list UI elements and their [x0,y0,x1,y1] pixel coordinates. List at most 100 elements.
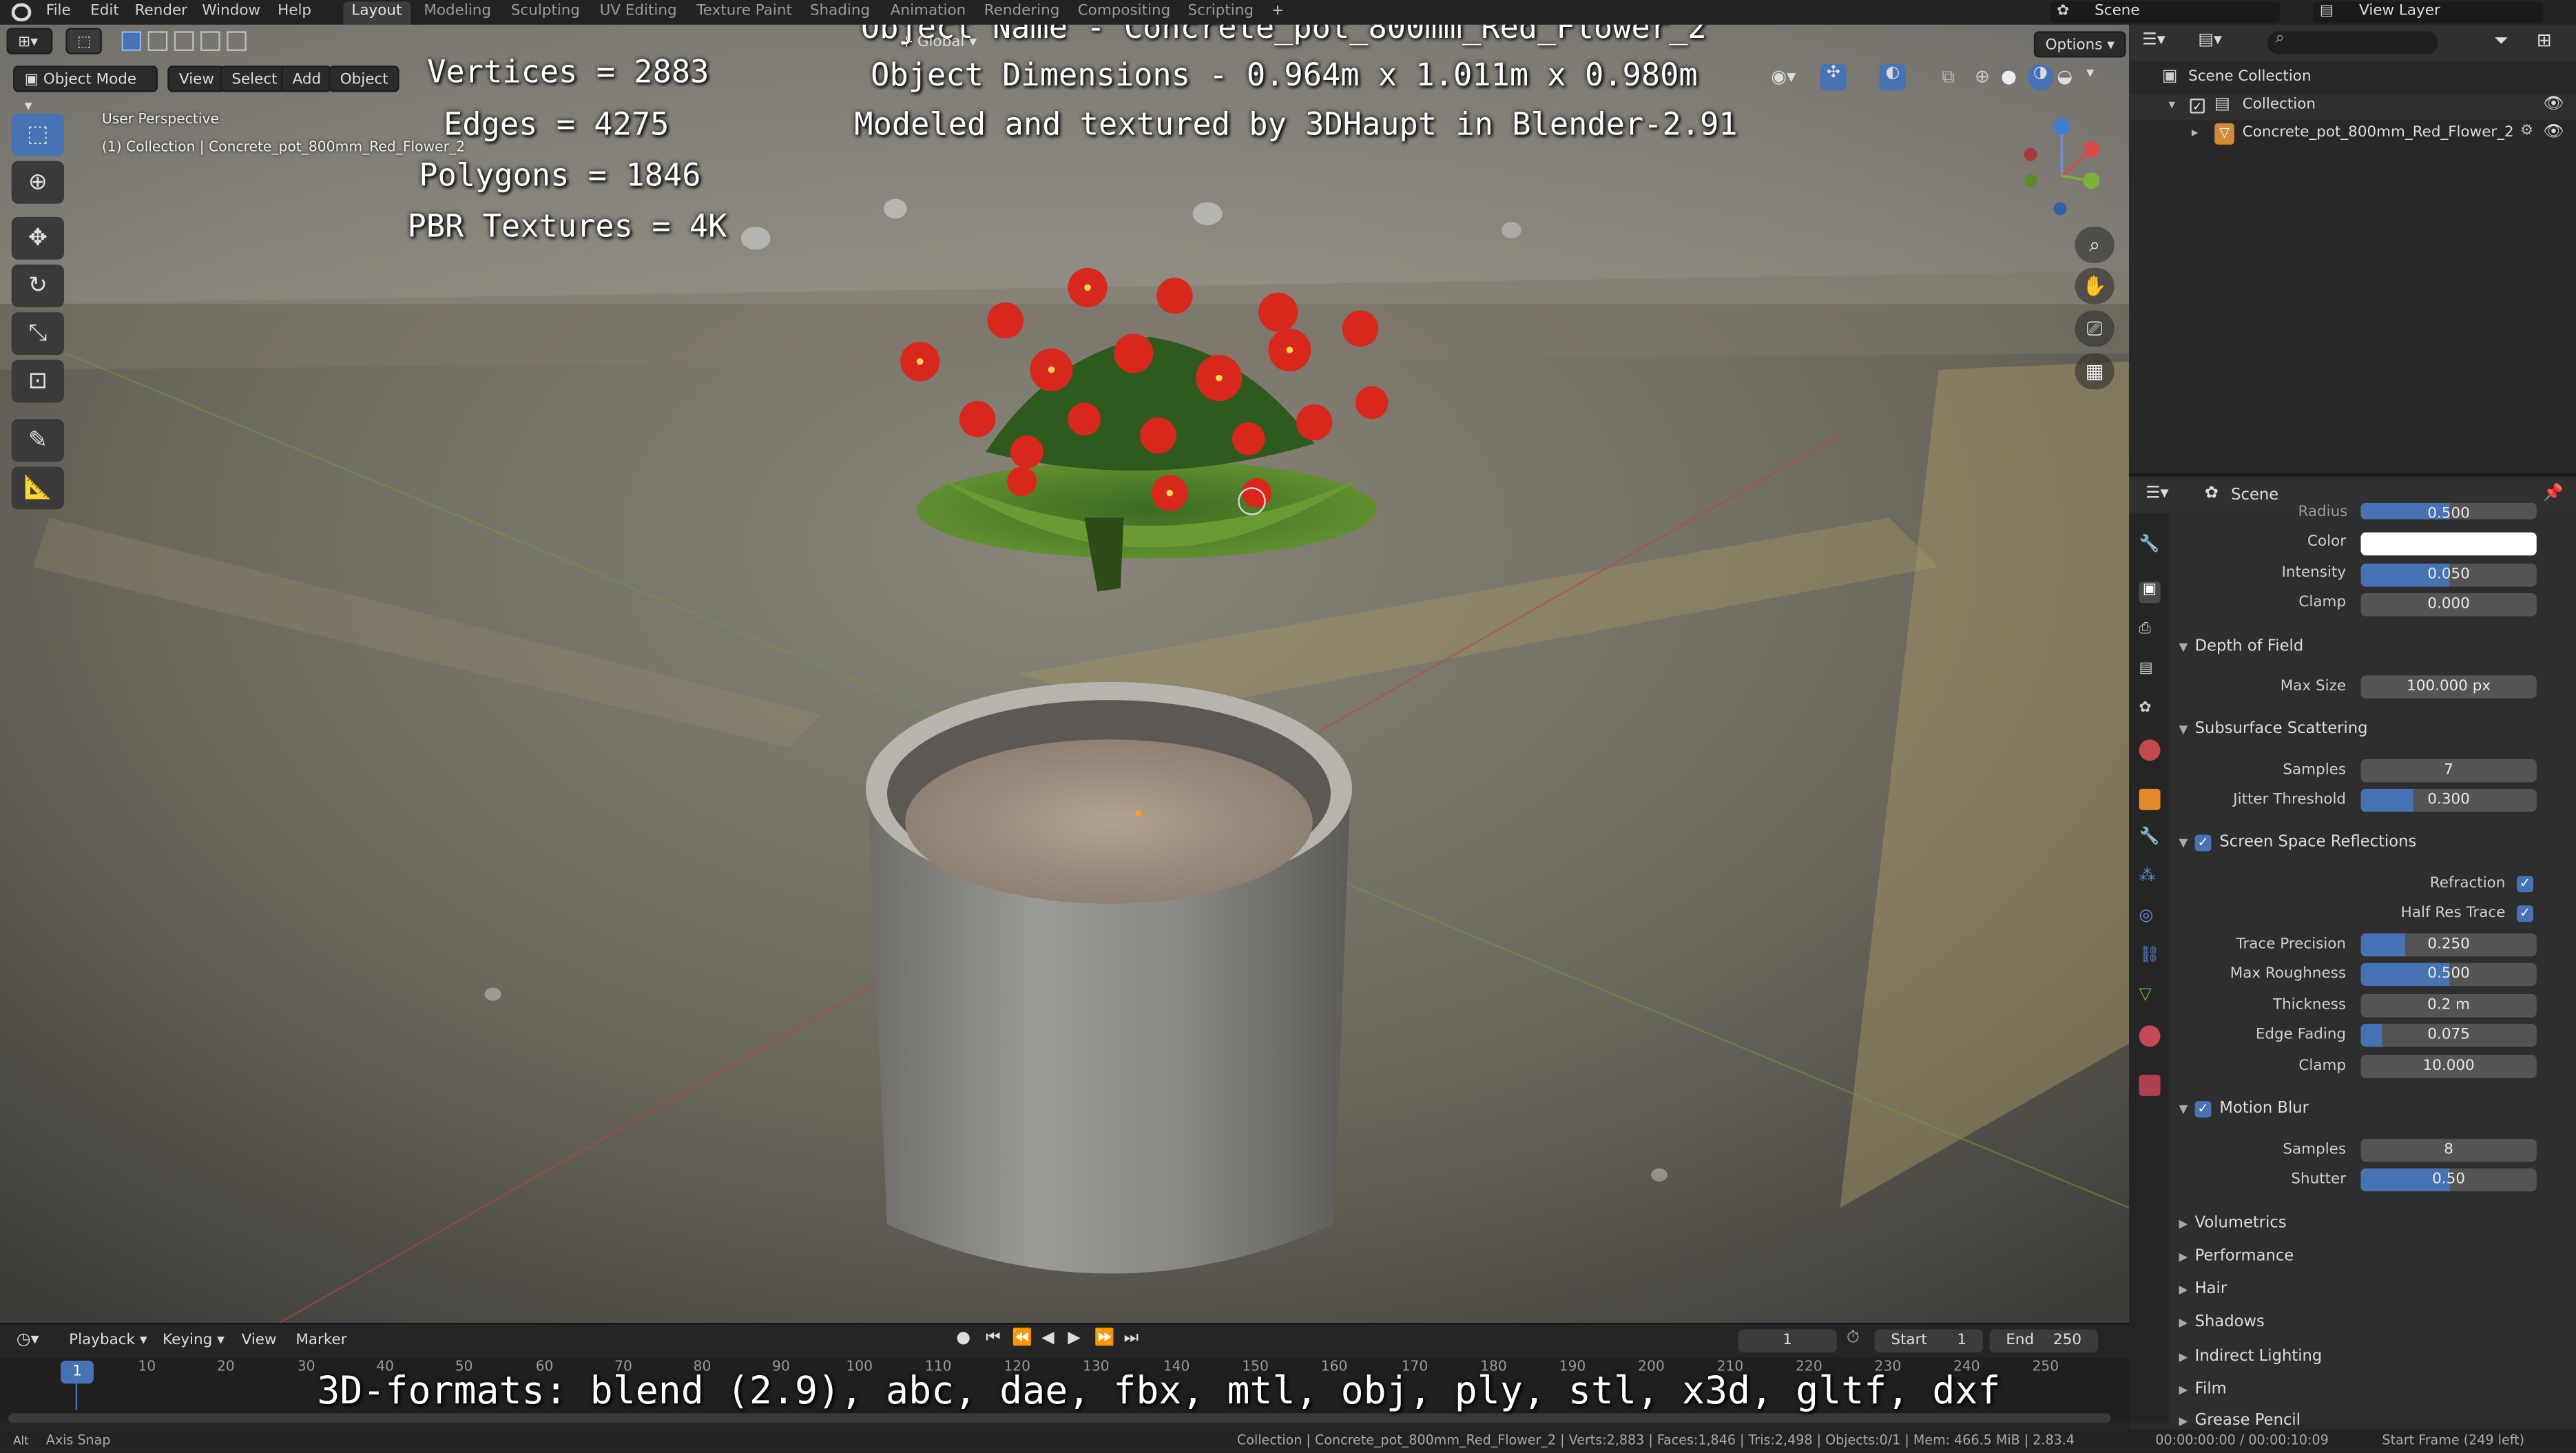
particles-tab-icon[interactable]: ⁂ [2139,867,2161,889]
pan-hand-icon[interactable]: ✋ [2075,267,2115,305]
max-roughness-field[interactable]: 0.500 [2360,962,2537,987]
menu-edit[interactable]: Edit [90,0,119,25]
tab-modeling[interactable]: Modeling [415,1,499,24]
gizmo-toggle-icon[interactable]: ✣ [1820,64,1847,91]
menu-object[interactable]: Object [329,65,400,92]
tool-scale[interactable]: ⤡ [11,312,65,355]
object-visibility-eye-icon[interactable]: 👁 [2543,123,2564,141]
rendered-shading-icon[interactable]: ◒ [2057,65,2073,87]
ssr-checkbox[interactable]: ✓ [2194,834,2212,851]
jitter-threshold-field[interactable]: 0.300 [2360,788,2537,812]
collection-visibility-eye-icon[interactable]: 👁 [2543,95,2564,113]
tool-move[interactable]: ✥ [11,216,65,260]
menu-keying[interactable]: Keying ▾ [163,1332,225,1349]
trace-precision-field[interactable]: 0.250 [2360,933,2537,957]
shutter-field[interactable]: 0.50 [2360,1168,2537,1192]
prev-keyframe-icon[interactable]: ⏪ [1012,1330,1032,1348]
jump-end-icon[interactable]: ⏭ [1123,1330,1138,1348]
end-frame-field[interactable]: End 250 [1989,1329,2098,1353]
section-indirect-lighting[interactable]: ▶ Indirect Lighting [2172,1343,2573,1372]
filter-icon[interactable]: ⏷ [2494,30,2509,52]
menu-view[interactable]: View [167,65,226,92]
menu-help[interactable]: Help [278,0,311,25]
tab-compositing[interactable]: Compositing [1070,1,1178,24]
menu-render[interactable]: Render [135,0,187,25]
select-subtract-icon[interactable] [174,31,194,51]
overlay-toggle-icon[interactable]: ◐ [1879,64,1906,91]
tab-rendering[interactable]: Rendering [976,1,1068,24]
select-intersect-icon[interactable] [227,31,247,51]
modifier-tab-icon[interactable]: 🔧 [2139,828,2161,849]
tool-transform[interactable]: ⊡ [11,360,65,403]
tool-select-box[interactable]: ⬚ [11,113,65,156]
next-keyframe-icon[interactable]: ⏩ [1094,1330,1115,1348]
data-tab-icon[interactable]: ▽ [2139,986,2161,1007]
start-frame-field[interactable]: Start 1 [1874,1329,1983,1353]
select-extend-icon[interactable] [147,31,168,51]
view-layer-tab-icon[interactable]: ▤ [2139,661,2161,682]
menu-marker[interactable]: Marker [295,1332,346,1349]
editor-type-button[interactable]: ⊞▾ [6,28,53,54]
half-res-trace-checkbox[interactable]: ✓ [2517,905,2533,923]
outliner-row-collection[interactable]: ▾ ✓ ▤ Collection 👁 [2129,93,2576,121]
shading-options-icon[interactable]: ▾ [2086,65,2094,82]
object-mode-dropdown[interactable]: ▣ Object Mode ▾ [13,65,158,115]
tab-sculpting[interactable]: Sculpting [503,1,588,24]
ssr-clamp-field[interactable]: 10.000 [2360,1055,2537,1078]
add-workspace-button[interactable]: + [1271,0,1284,25]
properties-editor-icon[interactable]: ☰▾ [2146,485,2168,503]
sss-samples-field[interactable]: 7 [2360,759,2537,783]
render-tab-icon[interactable]: ▣ [2139,581,2161,604]
menu-file[interactable]: File [46,0,71,25]
thickness-field[interactable]: 0.2 m [2360,994,2537,1018]
object-tab-icon[interactable] [2139,788,2161,810]
xray-icon[interactable]: ⧉ [1942,65,1955,88]
solid-shading-icon[interactable]: ● [2001,65,2017,87]
menu-playback[interactable]: Playback ▾ [69,1332,147,1349]
record-icon[interactable]: ● [956,1330,970,1348]
zoom-icon[interactable]: ⌕ [2075,227,2115,263]
scene-selector[interactable]: ✿ Scene [2050,1,2281,23]
section-volumetrics[interactable]: ▶ Volumetrics [2172,1210,2573,1239]
menu-timeline-view[interactable]: View [242,1332,277,1349]
tool-rotate[interactable]: ↻ [11,265,65,308]
visibility-icon[interactable]: ◉▾ [1771,65,1796,87]
camera-view-icon[interactable]: ⎚ [2075,310,2115,347]
material-tab-icon[interactable] [2139,1025,2161,1047]
selection-mode-group[interactable] [118,31,247,51]
stopwatch-icon[interactable]: ⏱ [1847,1330,1860,1348]
tab-layout[interactable]: Layout [343,1,411,25]
tab-texture-paint[interactable]: Texture Paint [688,1,800,24]
motion-blur-checkbox[interactable]: ✓ [2194,1100,2212,1117]
outliner-editor-icon[interactable]: ☰▾ [2142,31,2165,49]
mb-samples-field[interactable]: 8 [2360,1138,2537,1162]
options-dropdown[interactable]: Options ▾ [2033,31,2126,58]
menu-window[interactable]: Window [202,0,260,25]
physics-tab-icon[interactable]: ◎ [2139,907,2161,929]
display-mode-icon[interactable]: ▤▾ [2198,31,2222,49]
navigation-gizmo[interactable] [2008,110,2116,229]
view-layer-selector[interactable]: ▤ View Layer [2313,1,2544,23]
section-motion-blur[interactable]: ▼ ✓ Motion Blur [2172,1095,2573,1124]
refraction-checkbox[interactable]: ✓ [2517,876,2533,893]
outliner-row-object[interactable]: ▸ ▽ Concrete_pot_800mm_Red_Flower_2 ⚙ 👁 [2129,122,2576,148]
tool-measure[interactable]: 📐 [11,466,65,510]
scene-tab-icon[interactable]: ✿ [2139,700,2161,721]
play-icon[interactable]: ▶ [1068,1330,1080,1348]
section-shadows[interactable]: ▶ Shadows [2172,1308,2573,1338]
pin-icon[interactable]: 📌 [2543,485,2564,503]
select-box-icon[interactable] [121,31,142,51]
tab-scripting[interactable]: Scripting [1180,1,1262,24]
orthographic-grid-icon[interactable]: ▦ [2075,353,2115,390]
max-size-field[interactable]: 100.000 px [2360,675,2537,699]
select-mode-button[interactable]: ⬚ [65,28,102,54]
expand-arrow-icon[interactable]: ▾ [2168,97,2175,112]
tab-uv-editing[interactable]: UV Editing [592,1,685,24]
menu-add[interactable]: Add [280,65,333,92]
play-reverse-icon[interactable]: ◀ [1041,1330,1054,1348]
section-hair[interactable]: ▶ Hair [2172,1275,2573,1305]
tab-animation[interactable]: Animation [882,1,974,24]
3d-viewport[interactable]: Vertices = 2883 Edges = 4275 Polygons = … [0,24,2130,1323]
blender-logo-icon[interactable] [11,3,32,22]
section-performance[interactable]: ▶ Performance [2172,1242,2573,1272]
